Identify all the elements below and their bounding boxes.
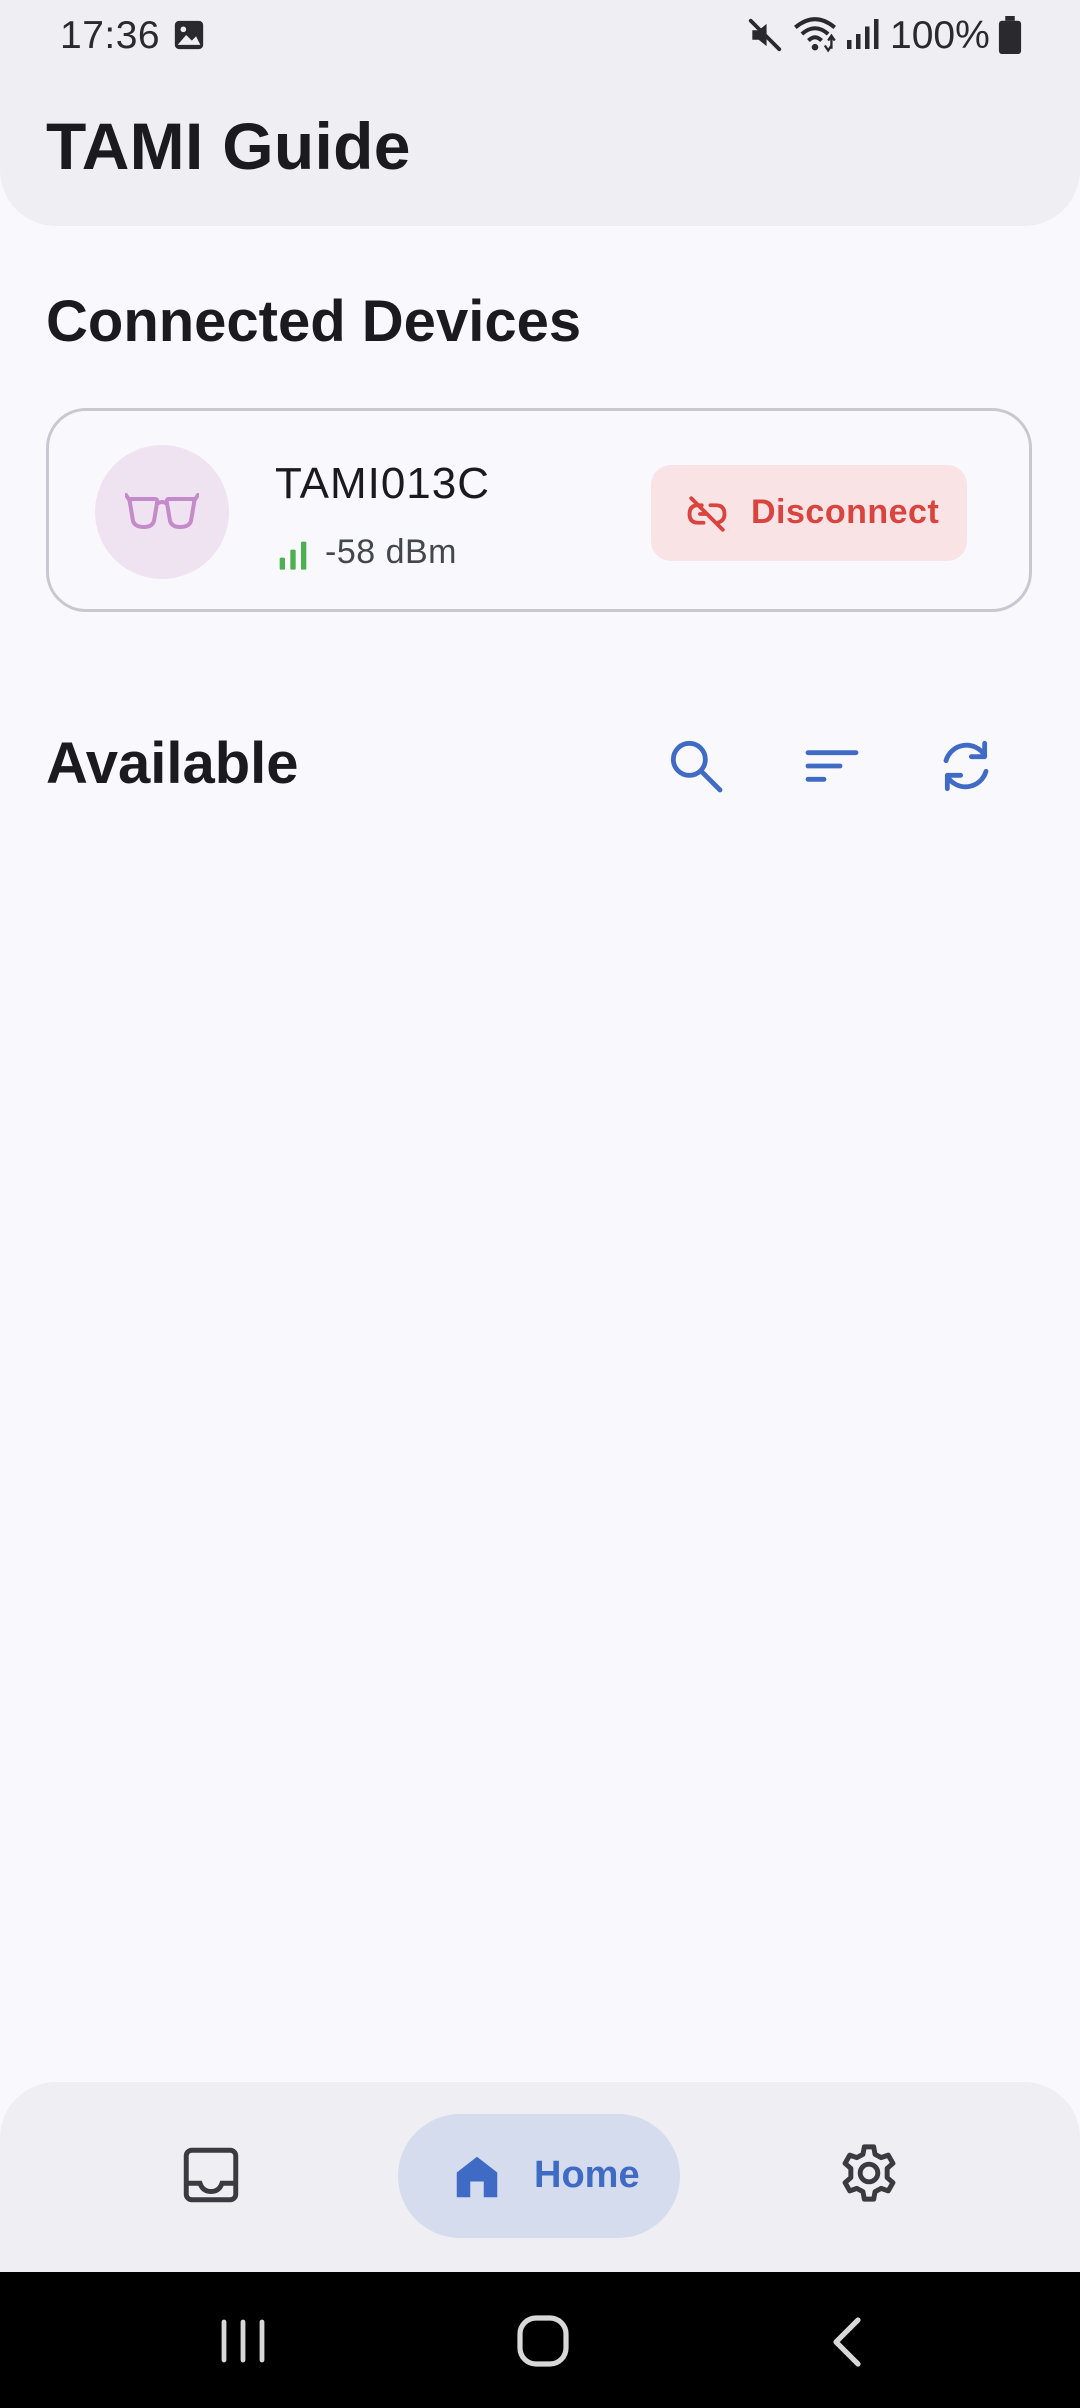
system-navigation-bar (0, 2272, 1080, 2408)
signal-icon (847, 19, 879, 49)
available-title: Available (46, 731, 299, 796)
nav-home-label: Home (534, 2154, 640, 2196)
back-icon[interactable] (826, 2316, 866, 2368)
connected-device-card[interactable]: TAMI013C -58 dBm Disconnect (46, 408, 1032, 612)
page-title: TAMI Guide (46, 109, 411, 183)
connected-devices-title: Connected Devices (46, 289, 582, 354)
device-rssi: -58 dBm (325, 533, 457, 571)
battery-percent: 100% (890, 14, 990, 57)
disconnect-label: Disconnect (751, 493, 940, 531)
inbox-icon[interactable] (178, 2142, 244, 2208)
refresh-icon[interactable] (934, 734, 998, 798)
mute-icon (748, 18, 782, 52)
status-bar: 17:36 100% (0, 0, 1080, 70)
link-off-icon (687, 496, 727, 532)
gallery-icon (174, 20, 204, 50)
glasses-icon (125, 493, 199, 530)
battery-icon (998, 16, 1022, 54)
search-icon[interactable] (664, 734, 728, 798)
nav-home[interactable]: Home (398, 2114, 680, 2238)
status-time: 17:36 (60, 14, 161, 57)
device-name: TAMI013C (275, 459, 491, 508)
disconnect-button[interactable]: Disconnect (651, 465, 967, 561)
device-avatar (95, 445, 229, 579)
top-app-bar: 17:36 100% TAMI Guide (0, 0, 1080, 226)
wifi-icon (794, 17, 836, 53)
bottom-navigation: Home (0, 2082, 1080, 2272)
home-icon (456, 2156, 498, 2198)
recents-icon[interactable] (218, 2318, 268, 2364)
signal-strength-icon (279, 541, 307, 570)
sort-icon[interactable] (800, 734, 864, 798)
system-home-icon[interactable] (516, 2314, 570, 2368)
gear-icon[interactable] (836, 2140, 902, 2206)
